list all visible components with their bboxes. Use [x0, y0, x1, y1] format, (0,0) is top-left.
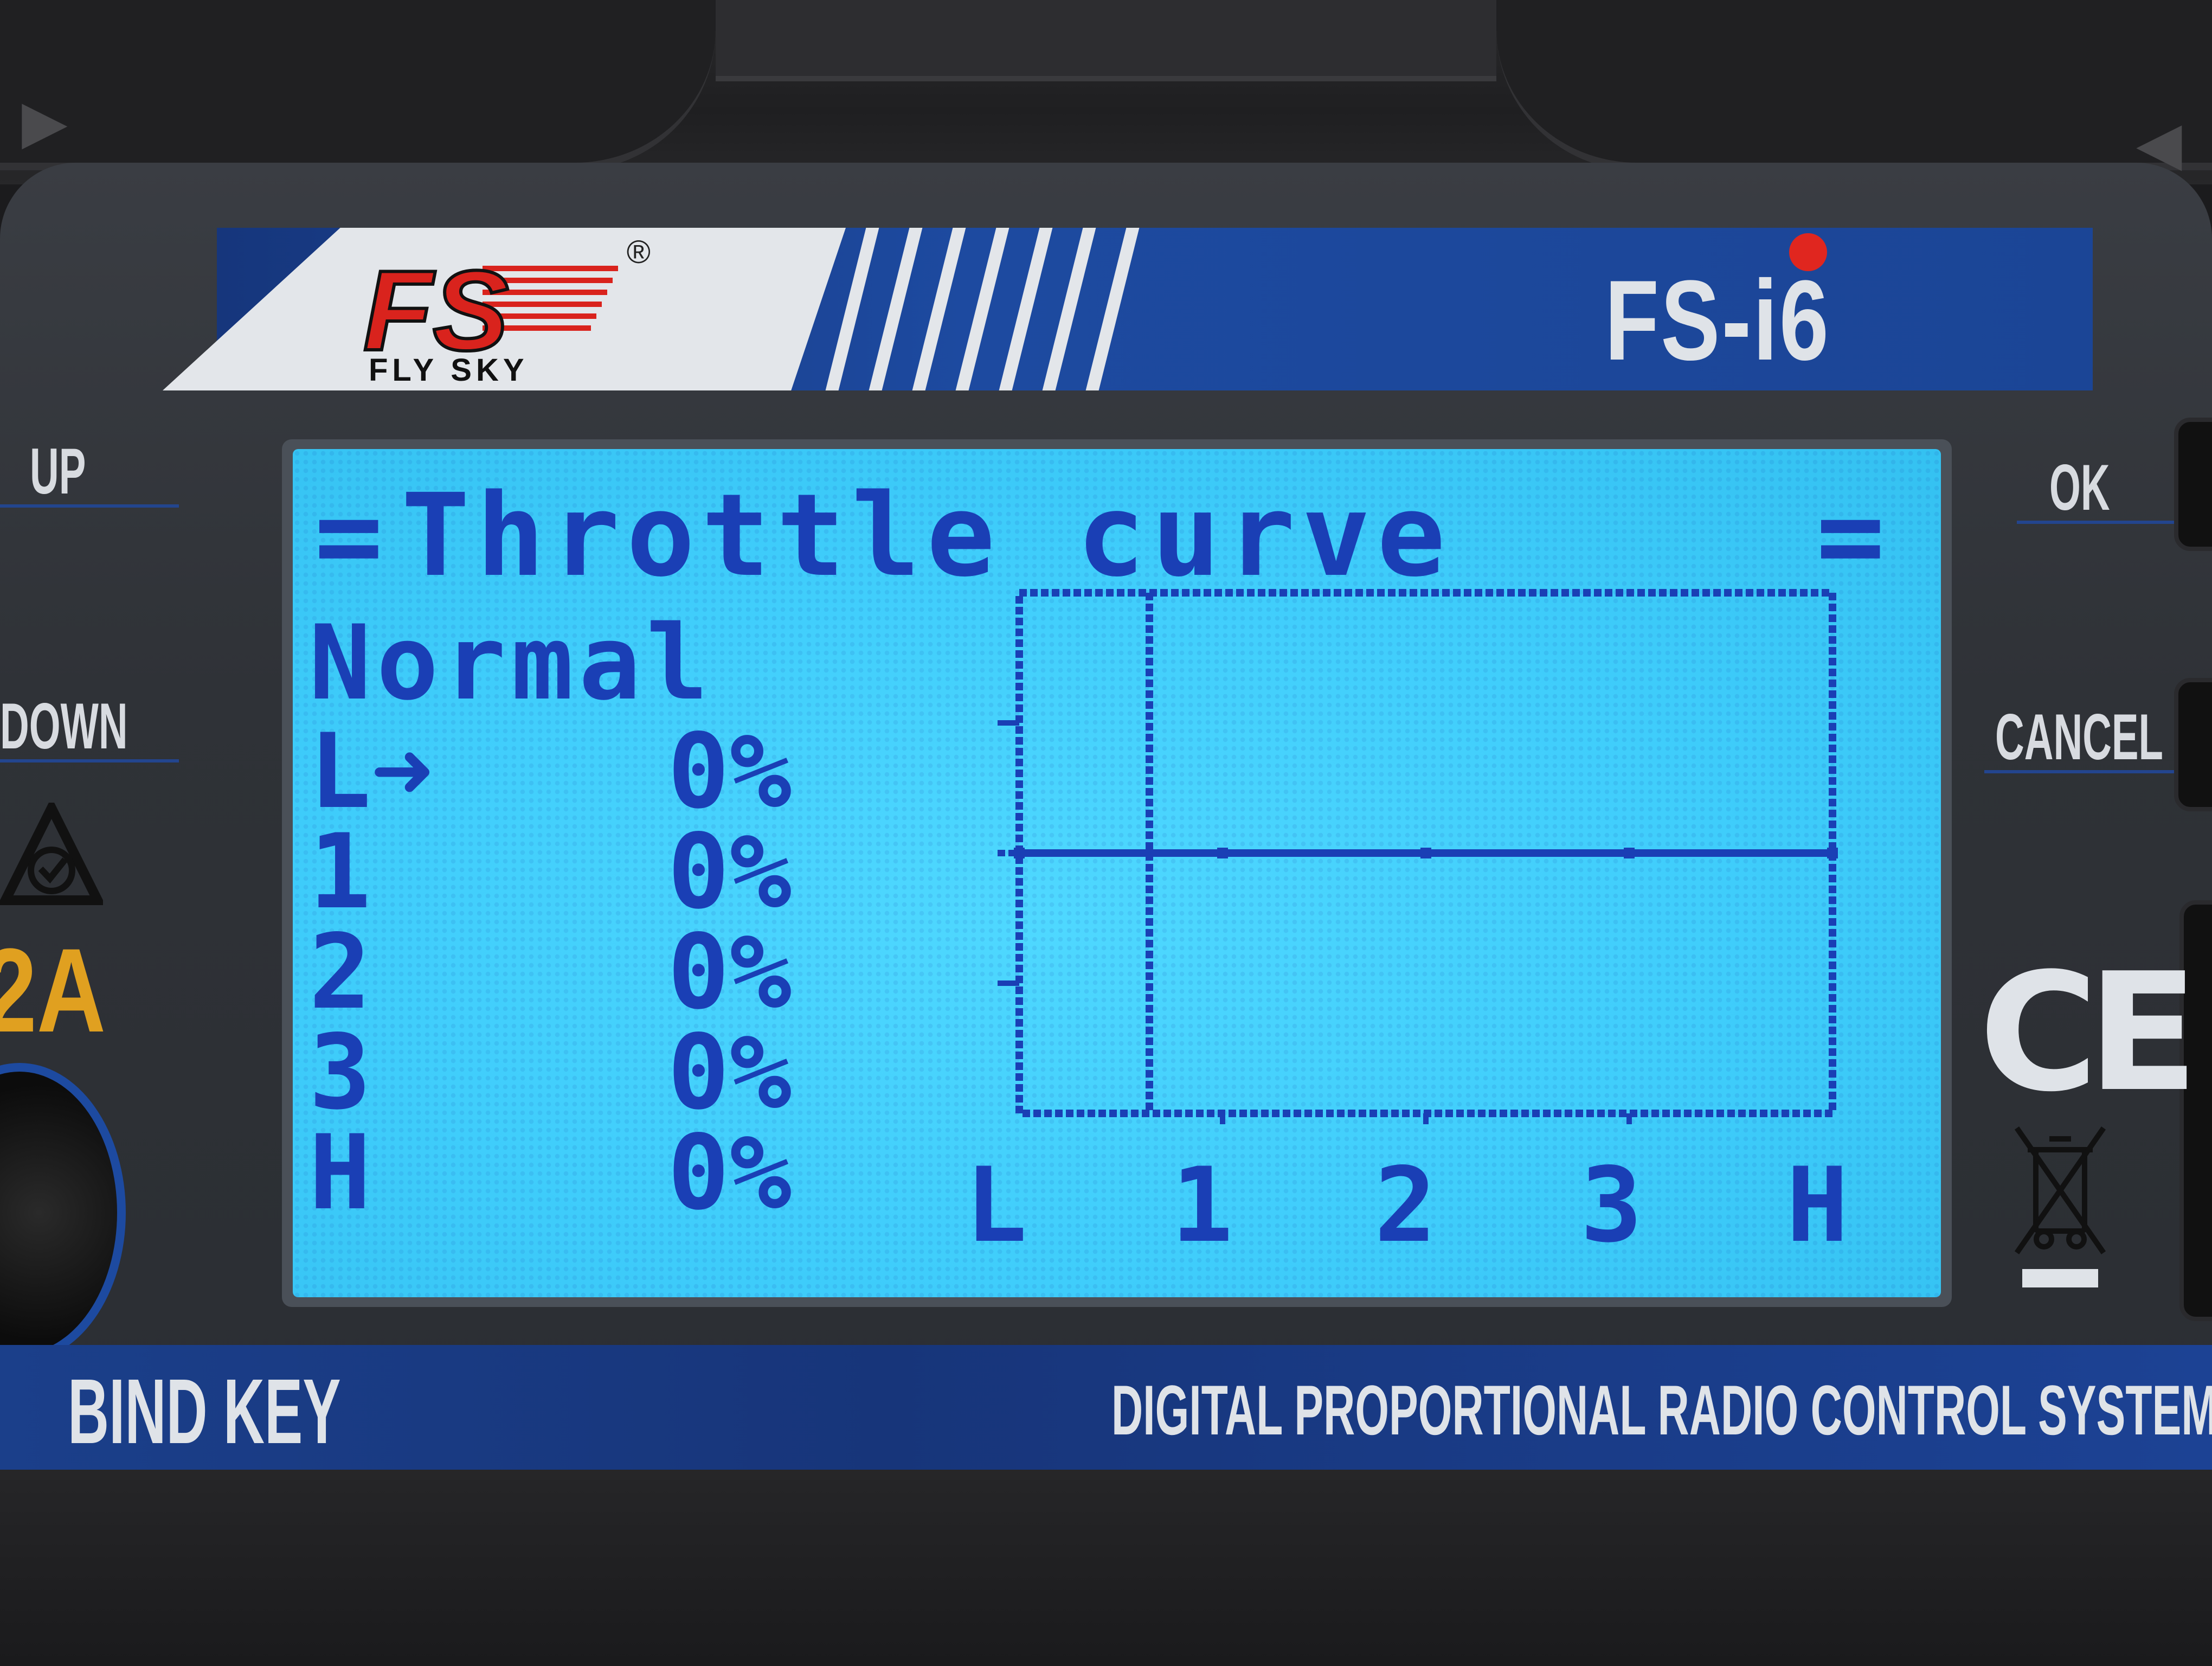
point-label-high[interactable]: H: [309, 1122, 472, 1225]
screen-title: Throttle curve: [401, 469, 1452, 602]
curve-point-L: [1014, 848, 1025, 858]
up-button-label[interactable]: UP: [30, 434, 86, 509]
device-bottom-casing: [0, 1470, 2212, 1666]
point-value-low[interactable]: 0%: [510, 720, 792, 823]
x-label-low: L: [965, 1145, 1027, 1265]
x-label-2: 2: [1374, 1145, 1437, 1265]
x-label-3: 3: [1580, 1145, 1643, 1265]
left-shoulder: [0, 0, 716, 170]
point-label-2[interactable]: 2: [309, 921, 472, 1024]
curve-point-2: [1420, 848, 1431, 858]
right-shoulder: [1496, 0, 2212, 170]
point-label-3[interactable]: 3: [309, 1021, 472, 1124]
point-value-2[interactable]: 0%: [510, 921, 792, 1024]
down-divider: [0, 759, 179, 762]
bind-key-label[interactable]: BIND KEY: [68, 1359, 341, 1465]
curve-point-1: [1217, 848, 1228, 858]
point-value-1[interactable]: 0%: [510, 821, 792, 924]
ok-button[interactable]: [2174, 418, 2212, 551]
model-name: FS-i6: [1605, 257, 1831, 384]
title-right-rule: =: [1816, 469, 1885, 602]
down-button-label[interactable]: DOWN: [0, 689, 128, 764]
point-label-low[interactable]: L➜: [309, 720, 472, 823]
flysky-logo: FS ® FLY SKY: [362, 234, 651, 388]
curve-point-H: [1827, 848, 1838, 858]
up-divider: [0, 504, 179, 508]
weee-bin-icon: [2014, 1126, 2106, 1287]
amp-rating-badge: 2A: [0, 924, 106, 1057]
point-value-high[interactable]: 0%: [510, 1122, 792, 1225]
cancel-button-label[interactable]: CANCEL: [1995, 700, 2163, 774]
throttle-curve-graph: [998, 589, 1838, 1124]
curve-point-3: [1624, 848, 1635, 858]
left-arrow-icon: ▶: [22, 88, 68, 155]
device-top-casing: ▶ ◀: [0, 0, 2212, 184]
registered-mark: ®: [627, 234, 651, 270]
tagline: DIGITAL PROPORTIONAL RADIO CONTROL SYSTE…: [1111, 1370, 2212, 1450]
cancel-button[interactable]: [2174, 678, 2212, 811]
top-center-tab: [716, 0, 1496, 81]
lcd-screen: = Throttle curve = Normal L➜ 0% 1 0% 2 0…: [293, 449, 1941, 1297]
ce-mark: CE: [1979, 938, 2198, 1127]
point-label-1[interactable]: 1: [309, 821, 472, 924]
ok-button-label[interactable]: OK: [2049, 450, 2110, 525]
point-value-3[interactable]: 0%: [510, 1021, 792, 1124]
title-left-rule: =: [314, 469, 383, 602]
x-label-1: 1: [1171, 1145, 1233, 1265]
x-label-high: H: [1786, 1145, 1849, 1265]
rcm-compliance-icon: [0, 803, 103, 905]
curve-mode[interactable]: Normal: [309, 612, 713, 715]
brand-name: FLY SKY: [369, 353, 529, 388]
